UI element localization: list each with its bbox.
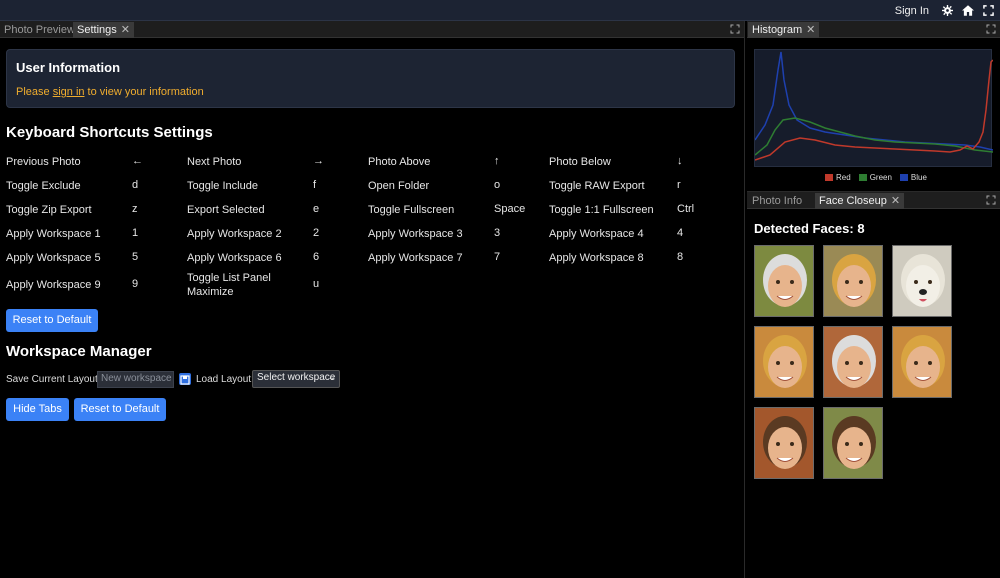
workspace-heading: Workspace Manager xyxy=(6,343,152,360)
shortcut-label: Toggle List Panel Maximize xyxy=(187,272,271,298)
shortcut-key[interactable]: e xyxy=(313,203,319,215)
histogram-blue-curve xyxy=(754,51,994,151)
reset-shortcuts-button[interactable]: Reset to Default xyxy=(6,309,98,332)
tab-photo-info[interactable]: Photo Info xyxy=(748,193,806,209)
shortcut-label: Photo Below xyxy=(549,156,611,168)
shortcut-label: Photo Above xyxy=(368,156,431,168)
shortcut-key[interactable]: ↑ xyxy=(494,155,500,167)
histogram-plot xyxy=(754,49,994,167)
shortcut-key[interactable]: 5 xyxy=(132,251,138,263)
tab-histogram[interactable]: Histogram ✕ xyxy=(748,22,820,38)
tab-face-closeup[interactable]: Face Closeup ✕ xyxy=(815,193,905,209)
close-icon[interactable]: ✕ xyxy=(121,24,130,36)
shortcut-label: Apply Workspace 9 xyxy=(6,279,101,291)
histogram-tab-strip: Histogram ✕ xyxy=(747,21,1000,38)
shortcut-key[interactable]: o xyxy=(494,179,500,191)
shortcut-key[interactable]: r xyxy=(677,179,681,191)
shortcut-key[interactable]: 2 xyxy=(313,227,319,239)
workspace-select[interactable]: Select workspace ⌄ xyxy=(252,370,340,388)
shortcut-key[interactable]: f xyxy=(313,179,316,191)
shortcuts-heading: Keyboard Shortcuts Settings xyxy=(6,124,213,141)
sign-in-link[interactable]: sign in xyxy=(53,86,85,98)
legend-swatch-blue xyxy=(899,174,908,181)
shortcut-label: Open Folder xyxy=(368,180,430,192)
settings-panel: Photo Preview Settings ✕ User Information… xyxy=(0,21,745,578)
shortcut-key[interactable]: Space xyxy=(494,203,525,215)
tab-photo-preview[interactable]: Photo Preview xyxy=(0,22,79,38)
histogram-green-curve xyxy=(754,117,994,156)
shortcut-label: Apply Workspace 7 xyxy=(368,252,463,264)
save-icon[interactable] xyxy=(179,373,191,385)
shortcut-key[interactable]: d xyxy=(132,179,138,191)
shortcut-key[interactable]: Ctrl xyxy=(677,203,694,215)
shortcut-label: Apply Workspace 5 xyxy=(6,252,101,264)
user-info-title: User Information xyxy=(16,60,121,75)
save-layout-label: Save Current Layout: xyxy=(6,374,101,385)
histogram-legend: Red Green Blue xyxy=(825,173,927,182)
face-thumbnail[interactable] xyxy=(823,407,883,479)
shortcut-key[interactable]: ↓ xyxy=(677,155,683,167)
shortcut-key[interactable]: 4 xyxy=(677,227,683,239)
home-icon[interactable] xyxy=(962,5,974,16)
shortcut-key[interactable]: 8 xyxy=(677,251,683,263)
hide-tabs-button[interactable]: Hide Tabs xyxy=(6,398,69,421)
maximize-icon[interactable] xyxy=(730,24,740,34)
shortcut-label: Toggle Include xyxy=(187,180,258,192)
shortcut-label: Toggle Exclude xyxy=(6,180,81,192)
right-tab-strip: Photo Info Face Closeup ✕ xyxy=(747,192,1000,209)
face-thumbnail[interactable] xyxy=(754,407,814,479)
shortcut-key[interactable]: z xyxy=(132,203,138,215)
sign-in-link[interactable]: Sign In xyxy=(895,5,929,17)
maximize-icon[interactable] xyxy=(986,195,996,205)
face-thumbnail[interactable] xyxy=(754,245,814,317)
tab-settings[interactable]: Settings ✕ xyxy=(73,22,134,38)
reset-workspace-button[interactable]: Reset to Default xyxy=(74,398,166,421)
detected-faces-title: Detected Faces: 8 xyxy=(754,221,865,236)
fullscreen-icon[interactable] xyxy=(983,5,994,16)
face-thumbnail[interactable] xyxy=(823,326,883,398)
gear-icon[interactable] xyxy=(942,5,953,16)
close-icon[interactable]: ✕ xyxy=(806,24,815,36)
shortcut-label: Apply Workspace 3 xyxy=(368,228,463,240)
shortcut-label: Toggle RAW Export xyxy=(549,180,645,192)
load-layout-label: Load Layout: xyxy=(196,374,254,385)
shortcut-label: Apply Workspace 8 xyxy=(549,252,644,264)
shortcut-label: Apply Workspace 1 xyxy=(6,228,101,240)
shortcut-label: Next Photo xyxy=(187,156,242,168)
chevron-down-icon: ⌄ xyxy=(327,372,336,383)
shortcut-label: Previous Photo xyxy=(6,156,81,168)
shortcut-label: Export Selected xyxy=(187,204,265,216)
shortcut-label: Apply Workspace 4 xyxy=(549,228,644,240)
workspace-name-input[interactable]: New workspace xyxy=(97,371,174,388)
shortcut-key[interactable]: 7 xyxy=(494,251,500,263)
face-thumbnail[interactable] xyxy=(892,245,952,317)
face-closeup-panel: Photo Info Face Closeup ✕ Detected Faces:… xyxy=(747,192,1000,578)
user-info-message: Please sign in to view your information xyxy=(16,86,204,98)
shortcut-key[interactable]: 1 xyxy=(132,227,138,239)
legend-swatch-red xyxy=(825,174,833,181)
left-tab-strip: Photo Preview Settings ✕ xyxy=(0,21,744,38)
shortcut-key[interactable]: 6 xyxy=(313,251,319,263)
shortcut-key[interactable]: ← xyxy=(132,155,143,167)
legend-swatch-green xyxy=(858,174,867,181)
shortcut-label: Apply Workspace 2 xyxy=(187,228,282,240)
shortcut-key[interactable]: u xyxy=(313,278,319,290)
top-bar: Sign In xyxy=(0,0,1000,21)
close-icon[interactable]: ✕ xyxy=(891,195,900,207)
shortcut-key[interactable]: 9 xyxy=(132,278,138,290)
shortcut-key[interactable]: → xyxy=(313,155,324,167)
shortcut-label: Apply Workspace 6 xyxy=(187,252,282,264)
shortcut-label: Toggle Zip Export xyxy=(6,204,92,216)
shortcut-key[interactable]: 3 xyxy=(494,227,500,239)
face-thumbnail[interactable] xyxy=(754,326,814,398)
face-thumbnail[interactable] xyxy=(823,245,883,317)
face-thumbnail[interactable] xyxy=(892,326,952,398)
histogram-panel: Histogram ✕ Red Green Blue xyxy=(747,21,1000,192)
shortcut-label: Toggle Fullscreen xyxy=(368,204,455,216)
shortcut-label: Toggle 1:1 Fullscreen xyxy=(549,204,654,216)
user-information-card: User Information Please sign in to view … xyxy=(6,49,735,108)
maximize-icon[interactable] xyxy=(986,24,996,34)
